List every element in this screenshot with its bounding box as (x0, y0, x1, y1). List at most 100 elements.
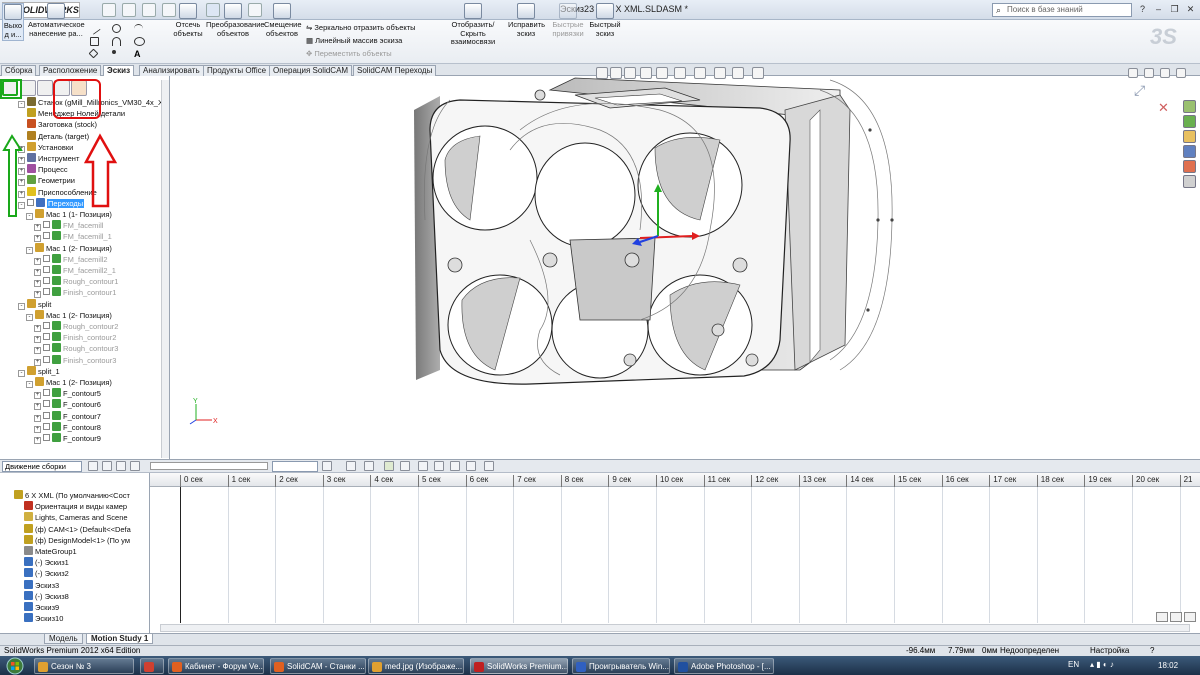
tree-item[interactable]: + F_contour9 (34, 433, 101, 444)
expand-toggle-icon[interactable]: + (34, 280, 41, 288)
tree-checkbox[interactable] (43, 344, 50, 352)
offset-entities-button[interactable]: Смещение объектов (264, 3, 302, 38)
motion-tree-item[interactable]: Эскиз10 (24, 613, 63, 624)
open-icon[interactable] (122, 3, 136, 17)
zoom-in-timeline-icon[interactable] (1156, 612, 1168, 622)
confirmation-cancel-icon[interactable]: ✕ (1158, 100, 1169, 116)
motion-tree-item[interactable]: 6 X XML (По умолчанию<Сост (14, 490, 130, 501)
solidworks-resources-icon[interactable] (1183, 100, 1196, 113)
viewport-restore-icon[interactable] (1128, 68, 1138, 78)
results-icon[interactable] (484, 461, 494, 471)
tree-checkbox[interactable] (43, 333, 50, 341)
tree-checkbox[interactable] (43, 322, 50, 329)
playback-mode-icon[interactable] (322, 461, 332, 471)
clock[interactable]: 18:02 (1158, 661, 1178, 670)
line-icon[interactable] (88, 22, 101, 35)
polygon-icon[interactable] (88, 48, 99, 59)
taskbar-button[interactable] (140, 658, 164, 674)
tree-item[interactable]: + Finish_contour2 (34, 332, 116, 344)
viewport-minimize-icon[interactable] (1160, 68, 1170, 78)
tab-2[interactable]: Эскиз (103, 65, 135, 76)
rectangle-icon[interactable] (90, 37, 99, 46)
help-icon[interactable]: ? (1136, 2, 1149, 16)
display-relations-button[interactable]: Отобразить/Скрыть взаимосвязи (440, 3, 506, 47)
taskbar-button[interactable]: med.jpg (Изображе... (368, 658, 464, 674)
tree-checkbox[interactable] (43, 389, 50, 397)
tree-checkbox[interactable] (43, 288, 50, 296)
bottom-tab-1[interactable]: Motion Study 1 (86, 634, 154, 644)
tab-1[interactable]: Расположение (39, 65, 102, 76)
expand-toggle-icon[interactable]: + (34, 269, 41, 276)
expand-toggle-icon[interactable]: + (34, 235, 41, 243)
move-entities-button[interactable]: ✥ Переместить объекты (306, 48, 392, 60)
tab-5[interactable]: Операция SolidCAM (269, 65, 353, 76)
zoom-fit-timeline-icon[interactable] (1184, 612, 1196, 622)
language-indicator[interactable]: EN (1068, 660, 1079, 669)
playback-speed-select[interactable] (272, 461, 318, 472)
tree-item[interactable]: + FM_facemill2 (34, 253, 108, 265)
calculate-icon[interactable] (88, 461, 98, 471)
tree-checkbox[interactable] (43, 355, 50, 363)
quick-snaps-button[interactable]: Быстрые привязки (550, 3, 586, 38)
text-icon[interactable]: A (134, 50, 143, 59)
confirmation-accept-icon[interactable]: ⤢ (1134, 82, 1145, 99)
tab-4[interactable]: Продукты Office (203, 65, 271, 76)
design-library-icon[interactable] (1183, 115, 1196, 128)
taskbar-button[interactable]: Adobe Photoshop - [... (674, 658, 774, 674)
play-icon[interactable] (116, 461, 126, 471)
linear-pattern-button[interactable]: ▦ Линейный массив эскиза (306, 35, 402, 47)
minimize-button[interactable]: – (1152, 2, 1165, 16)
restore-button[interactable]: ❐ (1168, 2, 1181, 16)
expand-toggle-icon[interactable]: + (34, 336, 41, 344)
new-document-icon[interactable] (102, 3, 116, 17)
tree-checkbox[interactable] (43, 266, 50, 273)
motion-tree-item[interactable]: (-) Эскиз8 (24, 590, 69, 602)
save-icon[interactable] (142, 3, 156, 17)
motion-tree-item[interactable]: Lights, Cameras and Scene (24, 512, 128, 523)
timeline-area[interactable] (150, 473, 1200, 623)
view-palette-icon[interactable] (1183, 145, 1196, 158)
tab-0[interactable]: Сборка (1, 65, 37, 76)
expand-toggle-icon[interactable]: - (18, 369, 25, 377)
expand-toggle-icon[interactable]: - (26, 313, 33, 321)
expand-toggle-icon[interactable]: + (34, 414, 41, 422)
autokey-icon[interactable] (384, 461, 394, 471)
start-button[interactable] (2, 657, 28, 675)
save-animation-icon[interactable] (346, 461, 356, 471)
stop-icon[interactable] (130, 461, 140, 471)
time-bar[interactable] (180, 487, 181, 623)
playback-slider[interactable] (150, 462, 268, 470)
tree-item[interactable]: - Mac 1 (2- Позиция) (26, 242, 112, 254)
tree-checkbox[interactable] (43, 232, 50, 240)
expand-toggle-icon[interactable]: - (26, 381, 33, 388)
motion-tree-item[interactable]: (-) Эскиз1 (24, 557, 69, 568)
tree-item[interactable]: + FM_facemill2_1 (34, 265, 116, 276)
tree-checkbox[interactable] (43, 277, 50, 285)
expand-toggle-icon[interactable]: + (34, 358, 41, 366)
knowledge-search-input[interactable]: ⌕ Поиск в базе знаний (992, 3, 1132, 17)
gravity-icon[interactable] (466, 461, 476, 471)
ellipse-icon[interactable] (134, 37, 145, 46)
convert-entities-button[interactable]: Преобразование объектов (206, 3, 265, 38)
tree-item[interactable]: - split_1 (18, 365, 60, 377)
status-help-icon[interactable]: ? (1150, 646, 1154, 656)
appearances-icon[interactable] (1183, 160, 1196, 173)
taskbar-button[interactable]: Проигрыватель Win... (572, 658, 670, 674)
motion-tree-item[interactable]: Эскиз3 (24, 579, 59, 591)
mirror-entities-button[interactable]: ⇋ Зеркально отразить объекты (306, 22, 416, 34)
auto-dimension-button[interactable]: Автоматическое нанесение ра... (28, 3, 85, 38)
viewport-close-icon[interactable] (1176, 68, 1186, 78)
tree-item[interactable]: - Mac 1 (2- Позиция) (26, 377, 112, 388)
tree-item[interactable]: + Rough_contour1 (34, 276, 118, 288)
tray-icons[interactable]: ▴ ▮ ◐ ♪ (1090, 660, 1114, 669)
file-explorer-icon[interactable] (1183, 130, 1196, 143)
rapid-sketch-button[interactable]: Быстрый эскиз (588, 3, 622, 38)
tree-item[interactable]: + F_contour5 (34, 388, 101, 400)
circle-icon[interactable] (112, 24, 121, 33)
tree-item[interactable]: + F_contour6 (34, 399, 101, 411)
animation-wizard-icon[interactable] (364, 461, 374, 471)
tree-checkbox[interactable] (43, 400, 50, 408)
tree-checkbox[interactable] (43, 434, 50, 441)
tree-item[interactable]: + F_contour7 (34, 410, 101, 422)
expand-toggle-icon[interactable]: + (34, 291, 41, 299)
